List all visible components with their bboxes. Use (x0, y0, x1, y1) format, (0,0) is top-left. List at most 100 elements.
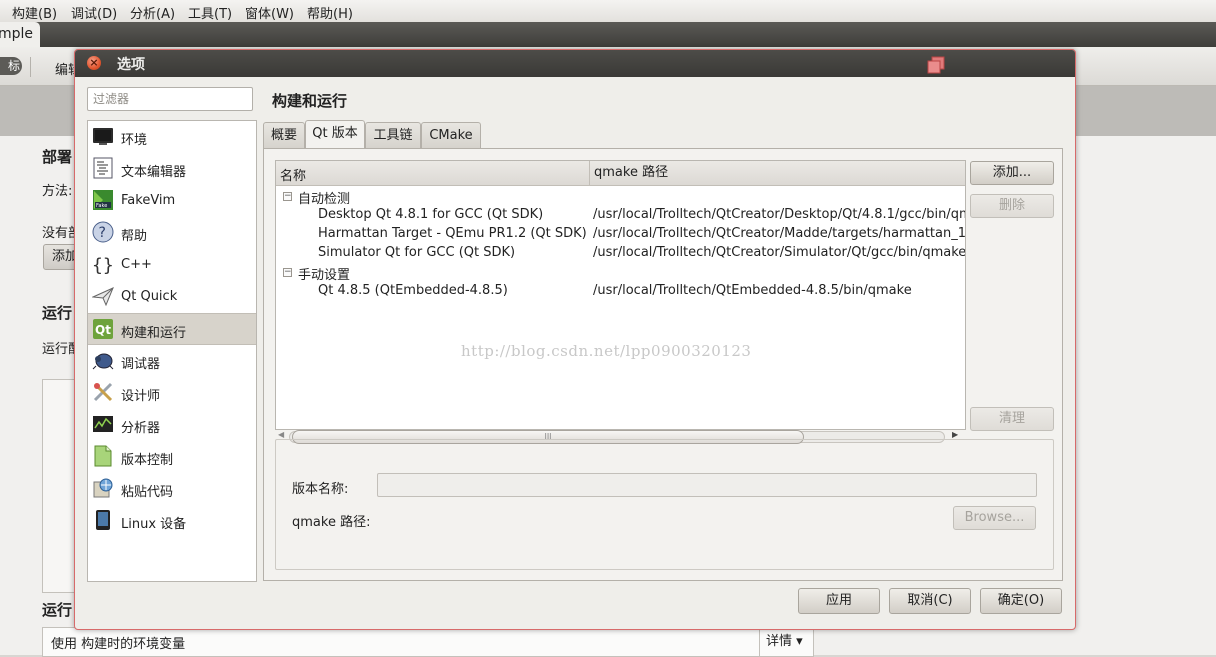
version-name: Harmattan Target - QEmu PR1.2 (Qt SDK) (318, 226, 587, 241)
toolbar-pill-button[interactable]: 标 (0, 57, 22, 75)
svg-text:{}: {} (92, 255, 114, 275)
menu-analyze[interactable]: 分析(A) (130, 3, 175, 22)
category-paste-code[interactable]: 粘贴代码 (88, 473, 256, 505)
menu-debug[interactable]: 调试(D) (71, 3, 117, 22)
toolbar-separator (30, 57, 31, 77)
tab-strip (0, 22, 1216, 47)
qmake-path: /usr/local/Trolltech/QtCreator/Simulator… (593, 245, 966, 260)
category-label: 粘贴代码 (121, 485, 174, 500)
scroll-left-icon[interactable]: ◀ (278, 430, 284, 439)
category-label: C++ (121, 257, 152, 272)
qt-build-icon: Qt (93, 319, 113, 339)
tab-cmake[interactable]: CMake (421, 122, 481, 148)
help-icon: ? (92, 221, 114, 243)
category-qt-quick[interactable]: Qt Quick (88, 281, 256, 313)
column-header-name[interactable]: 名称 (280, 165, 306, 184)
category-cpp[interactable]: {} C++ (88, 249, 256, 281)
details-button[interactable]: 详情 ▾ (759, 628, 812, 656)
category-analyzer[interactable]: 分析器 (88, 409, 256, 441)
version-name-label: 版本名称: (292, 482, 349, 497)
tree-group-manual[interactable]: − 手动设置 (276, 263, 965, 283)
text-editor-icon (93, 157, 113, 179)
dialog-title-bar: × 选项 (75, 50, 1075, 77)
tab-overview[interactable]: 概要 (263, 122, 305, 148)
svg-text:Qt: Qt (95, 323, 111, 337)
scroll-right-icon[interactable]: ▶ (952, 430, 958, 439)
paper-plane-icon (92, 287, 114, 307)
bug-icon (92, 353, 114, 370)
menu-help[interactable]: 帮助(H) (307, 3, 353, 22)
version-name: Simulator Qt for GCC (Qt SDK) (318, 245, 516, 260)
category-text-editor[interactable]: 文本编辑器 (88, 153, 256, 185)
category-environment[interactable]: 环境 (88, 121, 256, 153)
filter-input[interactable] (87, 87, 253, 111)
qt-versions-panel: 名称 qmake 路径 − 自动检测 Desktop Qt 4.8.1 for … (263, 148, 1063, 581)
options-dialog: × 选项 环境 文本编辑器 Fake FakeVim ? 帮助 {} C++ (74, 49, 1076, 630)
menu-bar: 构建(B) 调试(D) 分析(A) 工具(T) 窗体(W) 帮助(H) (0, 0, 1216, 23)
dialog-title: 选项 (117, 57, 145, 73)
version-name-field[interactable] (377, 473, 1037, 497)
table-row[interactable]: Qt 4.8.5 (QtEmbedded-4.8.5) /usr/local/T… (276, 282, 965, 301)
page-title: 构建和运行 (272, 92, 348, 110)
designer-tools-icon (93, 382, 113, 402)
menu-build[interactable]: 构建(B) (12, 3, 57, 22)
menu-window[interactable]: 窗体(W) (245, 3, 294, 22)
category-label: 文本编辑器 (121, 165, 187, 180)
version-name: Desktop Qt 4.8.1 for GCC (Qt SDK) (318, 207, 544, 222)
tab-qt-versions[interactable]: Qt 版本 (305, 120, 365, 148)
group-label: 手动设置 (298, 268, 351, 283)
category-label: 构建和运行 (121, 326, 187, 341)
group-label: 自动检测 (298, 192, 351, 207)
run-env-label: 使用 构建时的环境变量 (51, 637, 186, 652)
menu-tools[interactable]: 工具(T) (188, 3, 232, 22)
version-details-box: 版本名称: qmake 路径: Browse... (275, 439, 1054, 570)
table-row[interactable]: Harmattan Target - QEmu PR1.2 (Qt SDK) /… (276, 225, 965, 244)
column-header-qmake-path[interactable]: qmake 路径 (589, 161, 668, 185)
category-help[interactable]: ? 帮助 (88, 217, 256, 249)
category-label: FakeVim (121, 193, 176, 208)
category-version-control[interactable]: 版本控制 (88, 441, 256, 473)
qt-version-tree[interactable]: 名称 qmake 路径 − 自动检测 Desktop Qt 4.8.1 for … (275, 160, 966, 430)
version-control-icon (94, 445, 112, 467)
tree-group-auto[interactable]: − 自动检测 (276, 187, 965, 207)
category-label: Linux 设备 (121, 517, 187, 532)
tree-header: 名称 qmake 路径 (276, 161, 965, 186)
run-env-row: 使用 构建时的环境变量 详情 ▾ (42, 627, 814, 657)
editor-tab-sample[interactable]: mple (0, 22, 40, 47)
tab-toolchains[interactable]: 工具链 (365, 122, 421, 148)
browse-button[interactable]: Browse... (953, 506, 1036, 530)
monitor-icon (93, 128, 113, 145)
category-debugger[interactable]: 调试器 (88, 345, 256, 377)
ok-button[interactable]: 确定(O) (980, 588, 1062, 614)
window-stack-icon (927, 56, 945, 74)
watermark: http://blog.csdn.net/lpp0900320123 (461, 342, 752, 360)
svg-text:?: ? (99, 225, 106, 241)
category-linux-device[interactable]: Linux 设备 (88, 505, 256, 537)
category-designer[interactable]: 设计师 (88, 377, 256, 409)
category-build-run[interactable]: Qt 构建和运行 (88, 313, 256, 345)
category-label: 版本控制 (121, 453, 174, 468)
close-icon[interactable]: × (87, 56, 101, 70)
collapse-icon[interactable]: − (283, 268, 292, 277)
cancel-button[interactable]: 取消(C) (889, 588, 971, 614)
category-label: 环境 (121, 133, 148, 148)
deploy-heading: 部署 (42, 148, 73, 166)
svg-text:Fake: Fake (96, 203, 107, 209)
table-row[interactable]: Simulator Qt for GCC (Qt SDK) /usr/local… (276, 244, 965, 263)
remove-version-button[interactable]: 删除 (970, 194, 1054, 218)
apply-button[interactable]: 应用 (798, 588, 880, 614)
add-version-button[interactable]: 添加... (970, 161, 1054, 185)
category-fakevim[interactable]: Fake FakeVim (88, 185, 256, 217)
collapse-icon[interactable]: − (283, 192, 292, 201)
qmake-path: /usr/local/Trolltech/QtEmbedded-4.8.5/bi… (593, 283, 912, 298)
category-label: 帮助 (121, 229, 148, 244)
clean-button[interactable]: 清理 (970, 407, 1054, 431)
qmake-path-label: qmake 路径: (292, 515, 371, 530)
category-label: 调试器 (121, 357, 161, 372)
table-row[interactable]: Desktop Qt 4.8.1 for GCC (Qt SDK) /usr/l… (276, 206, 965, 225)
category-label: 分析器 (121, 421, 161, 436)
qmake-path: /usr/local/Trolltech/QtCreator/Desktop/Q… (593, 207, 966, 222)
paste-code-icon (93, 478, 113, 498)
qmake-path: /usr/local/Trolltech/QtCreator/Madde/tar… (593, 226, 966, 241)
fakevim-icon: Fake (93, 190, 113, 210)
